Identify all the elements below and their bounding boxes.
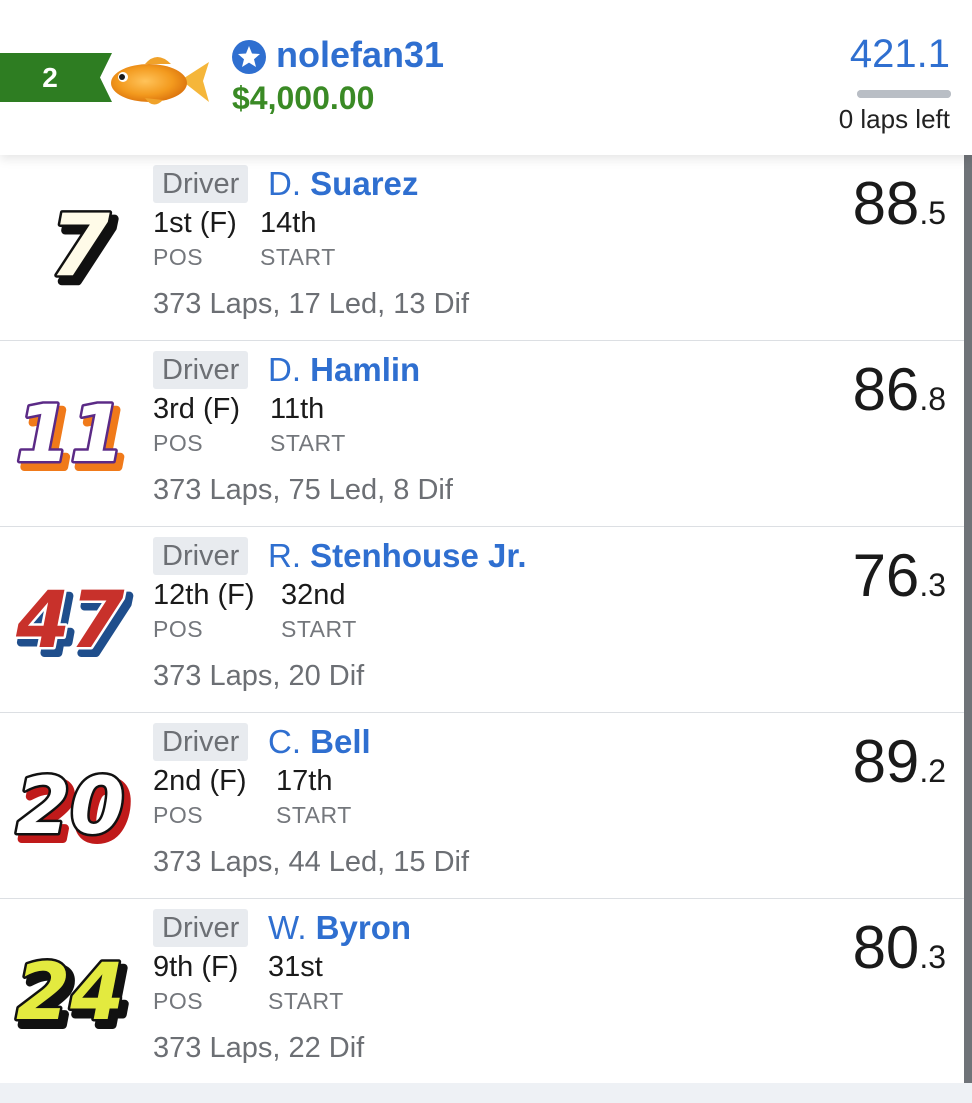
driver-score: 86.8 xyxy=(853,355,946,424)
goldfish-avatar-icon xyxy=(105,50,213,112)
race-progress-fill xyxy=(857,90,951,98)
driver-name[interactable]: W. Byron xyxy=(268,907,411,949)
driver-list: 77 Driver D. Suarez 1st (F) POS 14th STA… xyxy=(0,155,964,1085)
car-number-11-icon: 11 11 xyxy=(12,381,136,491)
rank-number: 2 xyxy=(42,62,58,93)
driver-score: 89.2 xyxy=(853,727,946,796)
driver-last-name: Byron xyxy=(315,909,412,946)
start-label: START xyxy=(260,244,336,270)
driver-first-initial: D. xyxy=(268,165,311,202)
start-position: 17th xyxy=(276,765,333,797)
role-tag: Driver xyxy=(153,351,249,389)
lineup-header: 2 nolefan31 $4,000.00 421.1 0 laps left xyxy=(0,0,972,155)
footer-strip xyxy=(0,1083,972,1103)
score-integer: 89 xyxy=(852,728,920,795)
score-integer: 80 xyxy=(852,914,920,981)
username[interactable]: nolefan31 xyxy=(276,34,444,76)
start-position: 32nd xyxy=(281,579,346,611)
race-stats: 373 Laps, 20 Dif xyxy=(153,660,365,692)
driver-row[interactable]: 11 11 Driver D. Hamlin 3rd (F) POS 11th S… xyxy=(0,341,964,527)
start-position: 14th xyxy=(260,207,317,239)
driver-last-name: Suarez xyxy=(310,165,419,202)
driver-last-name: Hamlin xyxy=(310,351,421,388)
pos-label: POS xyxy=(153,802,204,828)
driver-row[interactable]: 77 Driver D. Suarez 1st (F) POS 14th STA… xyxy=(0,155,964,341)
race-stats: 373 Laps, 22 Dif xyxy=(153,1032,365,1064)
laps-left: 0 laps left xyxy=(838,104,950,134)
score-decimal: .8 xyxy=(919,381,946,417)
driver-last-name: Bell xyxy=(310,723,371,760)
race-progress-bar xyxy=(857,90,951,98)
balance: $4,000.00 xyxy=(232,80,375,116)
svg-text:11: 11 xyxy=(16,390,125,480)
driver-first-initial: R. xyxy=(268,537,311,574)
pos-label: POS xyxy=(153,244,204,270)
driver-name[interactable]: C. Bell xyxy=(268,721,371,763)
score-decimal: .3 xyxy=(919,567,946,603)
driver-score: 80.3 xyxy=(853,913,946,982)
finish-position: 2nd (F) xyxy=(153,765,247,797)
driver-score: 76.3 xyxy=(853,541,946,610)
scrollbar[interactable] xyxy=(964,155,972,1083)
svg-text:20: 20 xyxy=(16,762,125,852)
total-points: 421.1 xyxy=(849,32,950,76)
start-position: 11th xyxy=(270,393,325,425)
svg-text:47: 47 xyxy=(15,576,125,666)
car-number-24-icon: 24 24 xyxy=(12,939,136,1049)
start-label: START xyxy=(276,802,352,828)
svg-text:7: 7 xyxy=(50,196,110,295)
driver-name[interactable]: D. Hamlin xyxy=(268,349,420,391)
driver-row[interactable]: 24 24 Driver W. Byron 9th (F) POS 31st ST… xyxy=(0,899,964,1085)
svg-text:24: 24 xyxy=(16,948,125,1038)
pos-label: POS xyxy=(153,616,204,642)
driver-score: 88.5 xyxy=(853,169,946,238)
start-position: 31st xyxy=(268,951,323,983)
finish-position: 9th (F) xyxy=(153,951,239,983)
car-number-7-icon: 77 xyxy=(12,194,136,307)
score-integer: 76 xyxy=(852,542,920,609)
star-badge-icon xyxy=(232,40,266,74)
score-decimal: .2 xyxy=(919,753,946,789)
driver-row[interactable]: 47 47 Driver R. Stenhouse Jr. 12th (F) PO… xyxy=(0,527,964,713)
car-number-47-icon: 47 47 xyxy=(12,567,136,677)
start-label: START xyxy=(281,616,357,642)
start-label: START xyxy=(270,430,346,456)
driver-row[interactable]: 20 20 Driver C. Bell 2nd (F) POS 17th STA… xyxy=(0,713,964,899)
race-stats: 373 Laps, 75 Led, 8 Dif xyxy=(153,474,453,506)
role-tag: Driver xyxy=(153,537,249,575)
race-stats: 373 Laps, 44 Led, 15 Dif xyxy=(153,846,470,878)
driver-name[interactable]: D. Suarez xyxy=(268,163,418,205)
finish-position: 1st (F) xyxy=(153,207,237,239)
start-label: START xyxy=(268,988,344,1014)
finish-position: 12th (F) xyxy=(153,579,255,611)
driver-name[interactable]: R. Stenhouse Jr. xyxy=(268,535,527,577)
pos-label: POS xyxy=(153,430,204,456)
driver-first-initial: W. xyxy=(268,909,316,946)
score-decimal: .5 xyxy=(919,195,946,231)
driver-first-initial: D. xyxy=(268,351,311,388)
driver-first-initial: C. xyxy=(268,723,311,760)
role-tag: Driver xyxy=(153,909,249,947)
score-integer: 88 xyxy=(852,170,920,237)
race-stats: 373 Laps, 17 Led, 13 Dif xyxy=(153,288,470,320)
finish-position: 3rd (F) xyxy=(153,393,240,425)
driver-last-name: Stenhouse Jr. xyxy=(310,537,527,574)
role-tag: Driver xyxy=(153,165,249,203)
score-decimal: .3 xyxy=(919,939,946,975)
car-number-20-icon: 20 20 xyxy=(12,753,136,863)
score-integer: 86 xyxy=(852,356,920,423)
pos-label: POS xyxy=(153,988,204,1014)
role-tag: Driver xyxy=(153,723,249,761)
